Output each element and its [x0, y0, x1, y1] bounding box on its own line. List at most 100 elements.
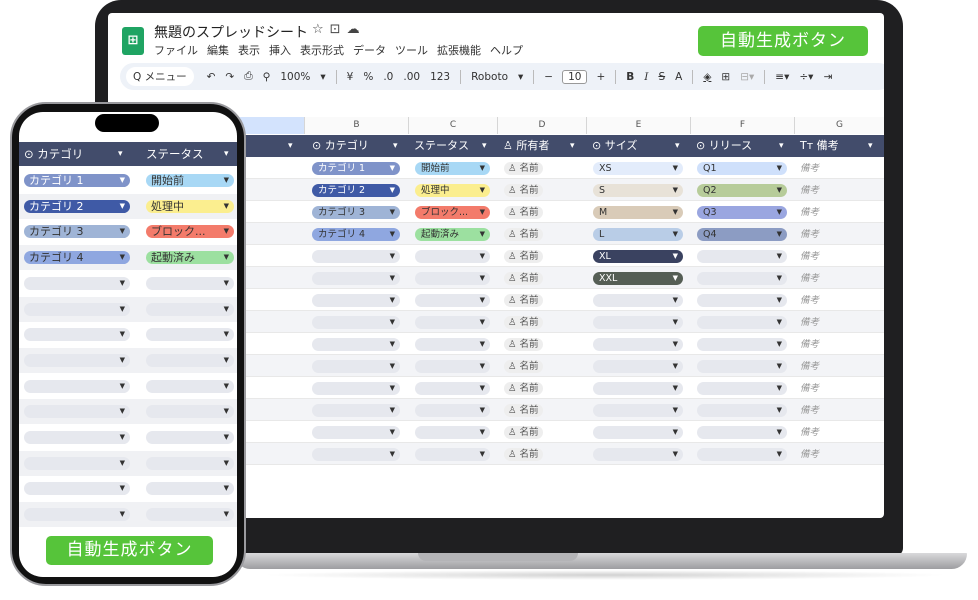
header-category[interactable]: ⊙ カテゴリ [306, 135, 369, 157]
chevron-down-icon[interactable]: ▾ [118, 142, 123, 166]
chevron-down-icon[interactable]: ▾ [518, 71, 523, 83]
header-size[interactable]: ⊙ サイズ [586, 135, 637, 157]
release-chip[interactable]: ▼ [697, 316, 787, 329]
italic-button[interactable]: I [644, 71, 648, 83]
phone-header-category[interactable]: ⊙ カテゴリ [24, 142, 83, 166]
chevron-down-icon[interactable]: ▼ [480, 360, 485, 373]
decrease-decimal-button[interactable]: .0 [383, 71, 393, 83]
chevron-down-icon[interactable]: ▾ [570, 135, 575, 157]
chevron-down-icon[interactable]: ▼ [120, 174, 125, 187]
status-chip[interactable]: ▼ [415, 338, 490, 351]
increase-decimal-button[interactable]: .00 [403, 71, 420, 83]
chevron-down-icon[interactable]: ▼ [120, 508, 125, 521]
chevron-down-icon[interactable]: ▾ [779, 135, 784, 157]
text-color-button[interactable]: A [675, 71, 682, 83]
status-chip[interactable]: ▼ [415, 250, 490, 263]
phone-status-chip[interactable]: ▼ [146, 431, 234, 444]
chevron-down-icon[interactable]: ▼ [390, 338, 395, 351]
menu-data[interactable]: データ [353, 42, 386, 58]
menu-help[interactable]: ヘルプ [490, 42, 523, 58]
plus-icon[interactable]: + [596, 71, 605, 83]
owner-chip[interactable]: ♙ 名前 [504, 162, 543, 175]
chevron-down-icon[interactable]: ▼ [390, 184, 395, 197]
size-chip[interactable]: ▼ [593, 294, 683, 307]
font-size-input[interactable]: 10 [562, 69, 588, 84]
category-chip[interactable]: カテゴリ 2 ▼ [312, 184, 400, 197]
chevron-down-icon[interactable]: ▼ [673, 382, 678, 395]
chevron-down-icon[interactable]: ▼ [673, 338, 678, 351]
chevron-down-icon[interactable]: ▼ [224, 303, 229, 316]
category-chip[interactable]: カテゴリ 3 ▼ [312, 206, 400, 219]
chevron-down-icon[interactable]: ▼ [224, 225, 229, 238]
chevron-down-icon[interactable]: ▼ [480, 294, 485, 307]
number-format-button[interactable]: 123 [430, 71, 450, 83]
chevron-down-icon[interactable]: ▼ [120, 251, 125, 264]
category-chip[interactable]: ▼ [312, 448, 400, 461]
chevron-down-icon[interactable]: ▼ [673, 228, 678, 241]
phone-header-status[interactable]: ステータス [146, 142, 204, 166]
owner-chip[interactable]: ♙ 名前 [504, 338, 543, 351]
phone-status-chip[interactable]: ▼ [146, 353, 234, 367]
header-memo[interactable]: Tт 備考 [794, 135, 839, 157]
release-chip[interactable]: ▼ [697, 338, 787, 351]
chevron-down-icon[interactable]: ▼ [224, 482, 229, 495]
chevron-down-icon[interactable]: ▼ [390, 162, 395, 175]
size-chip[interactable]: ▼ [593, 360, 683, 373]
menu-extensions[interactable]: 拡張機能 [437, 42, 481, 58]
owner-chip[interactable]: ♙ 名前 [504, 316, 543, 329]
chevron-down-icon[interactable]: ▼ [480, 316, 485, 329]
borders-icon[interactable]: ⊞ [721, 71, 730, 83]
category-chip[interactable]: ▼ [312, 382, 400, 395]
release-chip[interactable]: ▼ [697, 272, 787, 285]
category-chip[interactable]: ▼ [312, 272, 400, 285]
memo-cell[interactable]: 備考 [800, 162, 819, 175]
chevron-down-icon[interactable]: ▼ [777, 360, 782, 373]
size-chip[interactable]: M ▼ [593, 206, 683, 219]
status-chip[interactable]: ▼ [415, 448, 490, 461]
strikethrough-button[interactable]: S [658, 71, 665, 83]
phone-status-chip[interactable]: 起動済み ▼ [146, 251, 234, 265]
chevron-down-icon[interactable]: ▼ [120, 482, 125, 495]
release-chip[interactable]: ▼ [697, 250, 787, 263]
chevron-down-icon[interactable]: ▼ [777, 228, 782, 241]
chevron-down-icon[interactable]: ▼ [224, 457, 229, 470]
category-chip[interactable]: ▼ [312, 250, 400, 263]
size-chip[interactable]: ▼ [593, 382, 683, 395]
size-chip[interactable]: XS ▼ [593, 162, 683, 175]
release-chip[interactable]: ▼ [697, 382, 787, 395]
chevron-down-icon[interactable]: ▼ [224, 277, 229, 290]
memo-cell[interactable]: 備考 [800, 360, 819, 373]
chevron-down-icon[interactable]: ▼ [224, 251, 229, 264]
phone-category-chip[interactable]: ▼ [24, 379, 130, 393]
menu-edit[interactable]: 編集 [207, 42, 229, 58]
release-chip[interactable]: ▼ [697, 426, 787, 439]
status-chip[interactable]: ▼ [415, 316, 490, 329]
menu-tools[interactable]: ツール [395, 42, 428, 58]
chevron-down-icon[interactable]: ▼ [390, 382, 395, 395]
fill-color-icon[interactable]: ◈ [703, 71, 711, 83]
memo-cell[interactable]: 備考 [800, 338, 819, 351]
chevron-down-icon[interactable]: ▼ [224, 380, 229, 393]
chevron-down-icon[interactable]: ▼ [480, 426, 485, 439]
phone-status-chip[interactable]: 処理中 ▼ [146, 199, 234, 213]
chevron-down-icon[interactable]: ▼ [224, 200, 229, 213]
chevron-down-icon[interactable]: ▼ [224, 431, 229, 444]
memo-cell[interactable]: 備考 [800, 294, 819, 307]
phone-category-chip[interactable]: ▼ [24, 405, 130, 419]
chevron-down-icon[interactable]: ▼ [480, 162, 485, 175]
status-chip[interactable]: ▼ [415, 272, 490, 285]
memo-cell[interactable]: 備考 [800, 404, 819, 417]
header-release[interactable]: ⊙ リリース [690, 135, 752, 157]
chevron-down-icon[interactable]: ▼ [480, 338, 485, 351]
phone-category-chip[interactable]: ▼ [24, 508, 130, 522]
release-chip[interactable]: Q4 ▼ [697, 228, 787, 241]
menu-insert[interactable]: 挿入 [269, 42, 291, 58]
chevron-down-icon[interactable]: ▼ [480, 184, 485, 197]
phone-category-chip[interactable]: ▼ [24, 456, 130, 470]
status-chip[interactable]: 起動済み ▼ [415, 228, 490, 241]
chevron-down-icon[interactable]: ▾ [224, 142, 229, 166]
column-header-d[interactable]: D [497, 117, 586, 134]
category-chip[interactable]: カテゴリ 4 ▼ [312, 228, 400, 241]
vertical-align-icon[interactable]: ÷▾ [799, 71, 813, 83]
chevron-down-icon[interactable]: ▼ [673, 272, 678, 285]
